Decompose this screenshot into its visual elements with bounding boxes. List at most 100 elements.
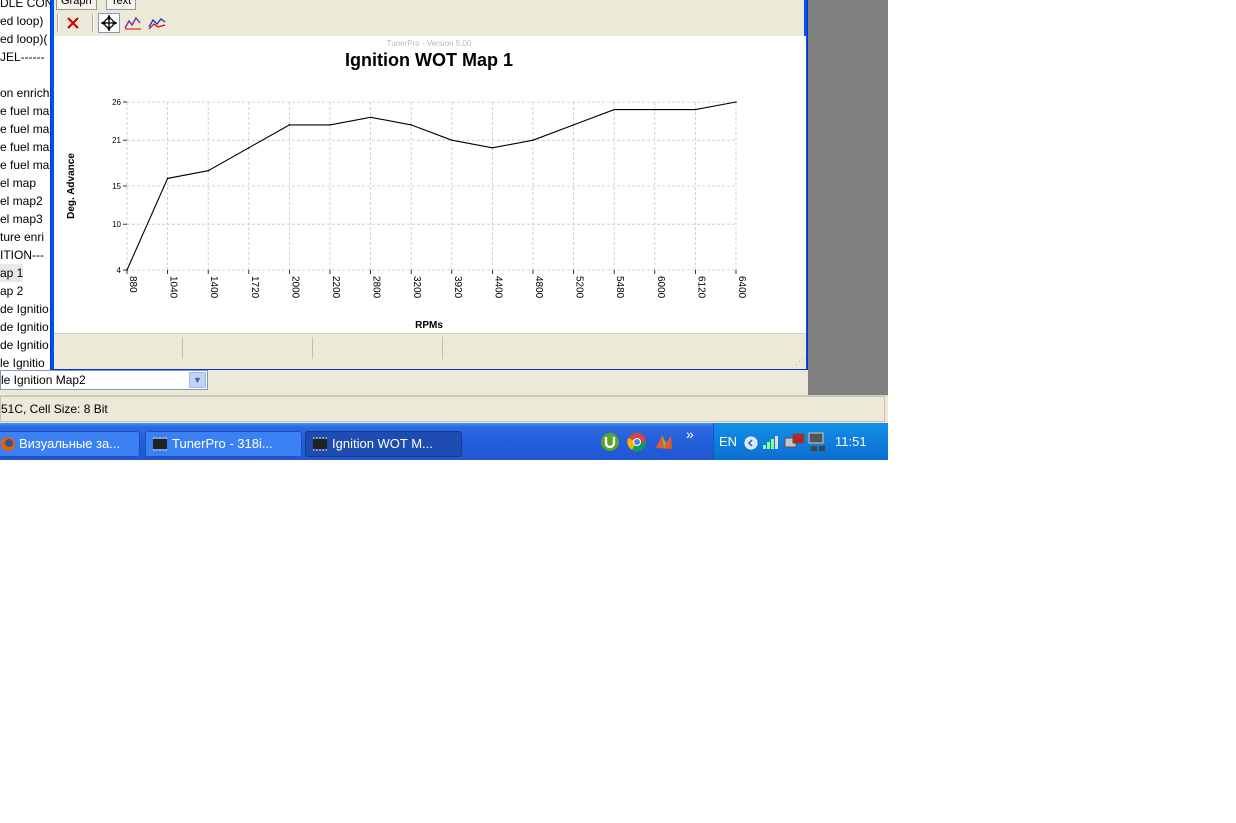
- data-point: [369, 116, 372, 119]
- data-point: [694, 108, 697, 111]
- display-icon[interactable]: [808, 432, 828, 452]
- tree-item[interactable]: el map3: [0, 210, 43, 228]
- data-point: [613, 108, 615, 111]
- taskbar: Визуальные за... TunerPro - 318i... Igni…: [0, 423, 888, 460]
- tree-item[interactable]: el map2: [0, 192, 43, 210]
- status-pane: [183, 337, 313, 359]
- data-point: [166, 177, 169, 180]
- tree-item[interactable]: le Ignitio: [0, 354, 45, 370]
- chrome-icon[interactable]: [627, 432, 647, 452]
- compare-graph-icon[interactable]: [146, 13, 168, 33]
- chip-icon: [153, 437, 167, 451]
- x-tick-label: 6120: [695, 276, 706, 299]
- x-tick-label: 1720: [249, 276, 260, 299]
- tree-item[interactable]: de Ignitio: [0, 300, 49, 318]
- data-point: [329, 124, 331, 126]
- version-watermark: TunerPro - Version 5.00: [387, 39, 472, 48]
- y-tick-label: 10: [112, 220, 121, 229]
- taskbar-button-ignition[interactable]: Ignition WOT M...: [305, 431, 462, 457]
- x-tick-label: 6400: [736, 276, 747, 299]
- x-axis-label: RPMs: [415, 320, 443, 331]
- more-quicklaunch-icon[interactable]: »: [686, 426, 694, 442]
- tree-item[interactable]: e fuel ma: [0, 138, 49, 156]
- grid-lines: [126, 101, 737, 271]
- taskbar-button-tunerpro[interactable]: TunerPro - 318i...: [145, 431, 302, 457]
- tree-item[interactable]: e fuel ma: [0, 120, 49, 138]
- toolbar-separator: [92, 14, 94, 32]
- graph-toolbar: [54, 10, 804, 36]
- data-point: [491, 147, 494, 149]
- toolbar-separator: [57, 14, 59, 32]
- tree-item[interactable]: de Ignitio: [0, 336, 49, 354]
- tree-item[interactable]: el map: [0, 174, 36, 192]
- x-tick-label: 5200: [574, 276, 585, 299]
- tree-item[interactable]: ed loop): [0, 12, 43, 30]
- y-tick-label: 21: [112, 136, 121, 145]
- taskbar-label: Визуальные за...: [19, 436, 121, 451]
- app-icon[interactable]: [654, 432, 674, 452]
- chart-title: Ignition WOT Map 1: [345, 50, 513, 70]
- tree-item[interactable]: JEL------: [0, 48, 45, 66]
- network-icon[interactable]: [784, 433, 806, 451]
- close-x-icon[interactable]: [62, 13, 84, 33]
- tree-item[interactable]: e fuel ma: [0, 102, 49, 120]
- tree-item[interactable]: ap 1: [0, 264, 24, 282]
- data-point: [126, 269, 128, 271]
- x-tick-label: 3920: [452, 276, 463, 299]
- x-tick-label: 2200: [330, 276, 341, 299]
- tree-item[interactable]: de Ignitio: [0, 318, 49, 336]
- x-tick-label: 5480: [614, 276, 625, 299]
- data-point: [207, 169, 209, 172]
- taskbar-label: Ignition WOT M...: [332, 436, 433, 451]
- combo-value: le Ignition Map2: [1, 373, 86, 387]
- line-graph-icon[interactable]: [122, 13, 144, 33]
- data-point: [451, 139, 453, 141]
- graph-window-body: Graph Text TunerPro - Version 5.00 Ignit…: [54, 0, 806, 369]
- data-point: [532, 139, 534, 141]
- tab-graph[interactable]: Graph: [56, 0, 97, 10]
- tree-item[interactable]: DLE CONT: [0, 0, 52, 12]
- signal-icon[interactable]: [762, 434, 782, 450]
- chevron-down-icon[interactable]: ▼: [189, 372, 206, 388]
- map-select-combo[interactable]: le Ignition Map2 ▼: [0, 370, 208, 390]
- x-tick-label: 6000: [655, 276, 666, 299]
- y-tick-label: 4: [117, 266, 122, 275]
- status-pane: [54, 337, 183, 359]
- tree-item[interactable]: on enrich: [0, 84, 49, 102]
- tree-item[interactable]: ed loop)(: [0, 30, 47, 48]
- tree-item[interactable]: ture enri: [0, 228, 44, 246]
- data-point: [654, 108, 656, 111]
- data-point: [288, 124, 291, 126]
- language-indicator[interactable]: EN: [719, 432, 737, 452]
- x-tick-label: 4800: [533, 276, 544, 299]
- tree-item[interactable]: ap 2: [0, 282, 23, 300]
- parameter-tree[interactable]: DLE CONTed loop)ed loop)(JEL------ on enr…: [0, 0, 52, 370]
- desktop-background: [808, 0, 888, 395]
- y-tick-label: 26: [112, 98, 121, 107]
- resize-grip-icon[interactable]: ⋰: [795, 356, 804, 367]
- y-axis-label: Deg. Advance: [66, 153, 77, 219]
- data-point: [410, 124, 413, 126]
- chip-icon: [313, 437, 327, 451]
- x-tick-label: 880: [127, 276, 138, 293]
- screen: DLE CONTed loop)ed loop)(JEL------ on enr…: [0, 0, 888, 460]
- x-tick-label: 2800: [371, 276, 382, 299]
- graph-window: Graph Text TunerPro - Version 5.00 Ignit…: [50, 0, 808, 370]
- tab-text[interactable]: Text: [106, 0, 137, 10]
- x-tick-label: 2000: [289, 276, 300, 299]
- chart-area[interactable]: TunerPro - Version 5.00 Ignition WOT Map…: [54, 36, 806, 333]
- clock: 11:51: [835, 434, 867, 449]
- status-bar: 51C, Cell Size: 8 Bit: [0, 395, 888, 423]
- move-crosshair-icon[interactable]: [98, 13, 120, 33]
- graph-status-bar: ⋰: [54, 333, 806, 369]
- y-tick-label: 15: [112, 182, 121, 191]
- tree-item[interactable]: ITION---: [0, 246, 44, 264]
- tray-expand-icon[interactable]: [744, 436, 758, 450]
- axis-ticks: 4 10 15 21 26 880 1040 1400 1720 2000 2200 2800 3200…: [112, 98, 747, 299]
- taskbar-label: TunerPro - 318i...: [172, 436, 273, 451]
- ignition-chart: TunerPro - Version 5.00 Ignition WOT Map…: [66, 39, 747, 331]
- utorrent-icon[interactable]: [600, 432, 620, 452]
- tree-item[interactable]: e fuel ma: [0, 156, 49, 174]
- x-tick-label: 1040: [168, 276, 179, 299]
- taskbar-button-browser[interactable]: Визуальные за...: [0, 431, 140, 457]
